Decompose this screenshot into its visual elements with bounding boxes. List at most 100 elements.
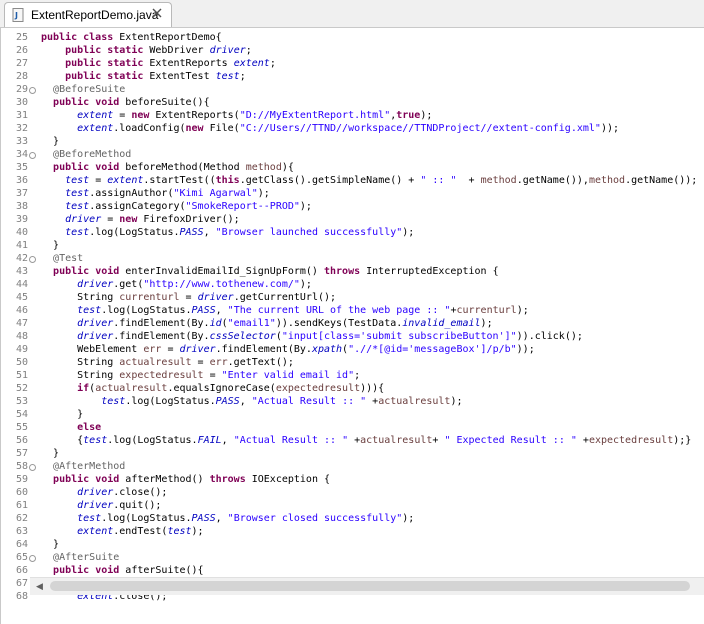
line-number: 40 bbox=[15, 227, 28, 238]
code-line[interactable]: 30 public void beforeSuite(){ bbox=[1, 96, 704, 109]
code-token: driver bbox=[209, 45, 246, 56]
code-line[interactable]: 50 String actualresult = err.getText(); bbox=[1, 356, 704, 369]
code-token: " :: " bbox=[420, 175, 457, 186]
code-text: test.log(LogStatus.PASS, "The current UR… bbox=[41, 304, 529, 317]
code-token: = bbox=[101, 214, 120, 225]
code-line[interactable]: 47 driver.findElement(By.id("email1")).s… bbox=[1, 317, 704, 330]
code-line[interactable]: 40 test.log(LogStatus.PASS, "Browser lau… bbox=[1, 226, 704, 239]
fold-toggle-icon[interactable] bbox=[29, 555, 36, 562]
scrollbar-thumb[interactable] bbox=[50, 581, 690, 591]
code-token: FirefoxDriver(); bbox=[143, 214, 240, 225]
code-token: test bbox=[65, 175, 90, 186]
code-line[interactable]: 27 public static ExtentReports extent; bbox=[1, 57, 704, 70]
code-token: = bbox=[191, 357, 210, 368]
code-token: test bbox=[65, 201, 90, 212]
code-line[interactable]: 44 driver.get("http://www.tothenew.com/"… bbox=[1, 278, 704, 291]
code-token: this bbox=[215, 175, 240, 186]
code-text: public void beforeSuite(){ bbox=[41, 96, 210, 109]
code-line[interactable]: 33 } bbox=[1, 135, 704, 148]
code-token: IOException { bbox=[251, 474, 331, 485]
close-x-icon[interactable] bbox=[151, 7, 163, 19]
editor-tab-bar: J ExtentReportDemo.java bbox=[0, 0, 704, 28]
code-line[interactable]: 38 test.assignCategory("SmokeReport--PRO… bbox=[1, 200, 704, 213]
code-text: extent = new ExtentReports("D://MyExtent… bbox=[41, 109, 432, 122]
code-editor[interactable]: 25 public class ExtentReportDemo{26 publi… bbox=[0, 28, 704, 624]
code-token: ".//*[@id='messageBox']/p/b" bbox=[348, 344, 517, 355]
line-number: 33 bbox=[15, 136, 28, 147]
code-line[interactable]: 62 test.log(LogStatus.PASS, "Browser clo… bbox=[1, 512, 704, 525]
code-line[interactable]: 36 test = extent.startTest((this.getClas… bbox=[1, 174, 704, 187]
fold-toggle-icon[interactable] bbox=[29, 256, 36, 263]
code-line[interactable]: 37 test.assignAuthor("Kimi Agarwal"); bbox=[1, 187, 704, 200]
scroll-left-icon[interactable]: ◀ bbox=[36, 582, 43, 592]
code-line[interactable]: 57 } bbox=[1, 447, 704, 460]
code-line[interactable]: 61 driver.quit(); bbox=[1, 499, 704, 512]
code-line[interactable]: 45 String currenturl = driver.getCurrent… bbox=[1, 291, 704, 304]
code-line[interactable]: 66 public void afterSuite(){ bbox=[1, 564, 704, 577]
code-line[interactable]: 34 @BeforeMethod bbox=[1, 148, 704, 161]
code-line[interactable]: 42 @Test bbox=[1, 252, 704, 265]
code-line[interactable]: 49 WebElement err = driver.findElement(B… bbox=[1, 343, 704, 356]
code-text: @AfterMethod bbox=[41, 460, 125, 473]
code-line[interactable]: 48 driver.findElement(By.cssSelector("in… bbox=[1, 330, 704, 343]
code-line[interactable]: 60 driver.close(); bbox=[1, 486, 704, 499]
code-token: } bbox=[41, 409, 84, 420]
code-token: .log(LogStatus. bbox=[101, 305, 192, 316]
line-number: 43 bbox=[15, 266, 28, 277]
code-line[interactable]: 54 } bbox=[1, 408, 704, 421]
code-token: , bbox=[215, 513, 228, 524]
code-line[interactable]: 26 public static WebDriver driver; bbox=[1, 44, 704, 57]
fold-toggle-icon[interactable] bbox=[29, 87, 36, 94]
editor-tab[interactable]: J ExtentReportDemo.java bbox=[4, 2, 172, 27]
line-number: 29 bbox=[15, 84, 28, 95]
code-line[interactable]: 53 test.log(LogStatus.PASS, "Actual Resu… bbox=[1, 395, 704, 408]
code-token: String bbox=[41, 370, 120, 381]
code-token: new bbox=[119, 214, 144, 225]
code-line[interactable]: 39 driver = new FirefoxDriver(); bbox=[1, 213, 704, 226]
code-line[interactable]: 29 @BeforeSuite bbox=[1, 83, 704, 96]
code-line[interactable]: 51 String expectedresult = "Enter valid … bbox=[1, 369, 704, 382]
code-line[interactable]: 56 {test.log(LogStatus.FAIL, "Actual Res… bbox=[1, 434, 704, 447]
code-line[interactable]: 25 public class ExtentReportDemo{ bbox=[1, 31, 704, 44]
code-line[interactable]: 64 } bbox=[1, 538, 704, 551]
code-token: public void bbox=[53, 266, 126, 277]
code-token: , bbox=[215, 305, 228, 316]
code-text: test.log(LogStatus.PASS, "Actual Result … bbox=[41, 395, 462, 408]
code-line[interactable]: 65 @AfterSuite bbox=[1, 551, 704, 564]
code-token: "email1" bbox=[227, 318, 276, 329]
code-line[interactable]: 43 public void enterInvalidEmailId_SignU… bbox=[1, 265, 704, 278]
code-token: { bbox=[41, 435, 84, 446]
code-token: @AfterMethod bbox=[53, 461, 126, 472]
line-number: 67 bbox=[15, 578, 28, 589]
code-line[interactable]: 59 public void afterMethod() throws IOEx… bbox=[1, 473, 704, 486]
code-text: @BeforeMethod bbox=[41, 148, 131, 161]
fold-toggle-icon[interactable] bbox=[29, 464, 36, 471]
code-line[interactable]: 55 else bbox=[1, 421, 704, 434]
line-number: 36 bbox=[15, 175, 28, 186]
code-line[interactable]: 32 extent.loadConfig(new File("C://Users… bbox=[1, 122, 704, 135]
code-line[interactable]: 46 test.log(LogStatus.PASS, "The current… bbox=[1, 304, 704, 317]
code-line[interactable]: 31 extent = new ExtentReports("D://MyExt… bbox=[1, 109, 704, 122]
code-line[interactable]: 41 } bbox=[1, 239, 704, 252]
code-line[interactable]: 63 extent.endTest(test); bbox=[1, 525, 704, 538]
code-token: id bbox=[209, 318, 222, 329]
code-token: .findElement(By. bbox=[113, 318, 210, 329]
horizontal-scrollbar[interactable]: ◀ bbox=[30, 577, 704, 595]
code-token: ExtentReportDemo{ bbox=[119, 32, 222, 43]
fold-toggle-icon[interactable] bbox=[29, 152, 36, 159]
code-token: cssSelector bbox=[209, 331, 276, 342]
code-line[interactable]: 28 public static ExtentTest test; bbox=[1, 70, 704, 83]
code-line[interactable]: 58 @AfterMethod bbox=[1, 460, 704, 473]
code-line[interactable]: 35 public void beforeMethod(Method metho… bbox=[1, 161, 704, 174]
code-line[interactable]: 52 if(actualresult.equalsIgnoreCase(expe… bbox=[1, 382, 704, 395]
code-token: .getClass().getSimpleName() + bbox=[239, 175, 421, 186]
